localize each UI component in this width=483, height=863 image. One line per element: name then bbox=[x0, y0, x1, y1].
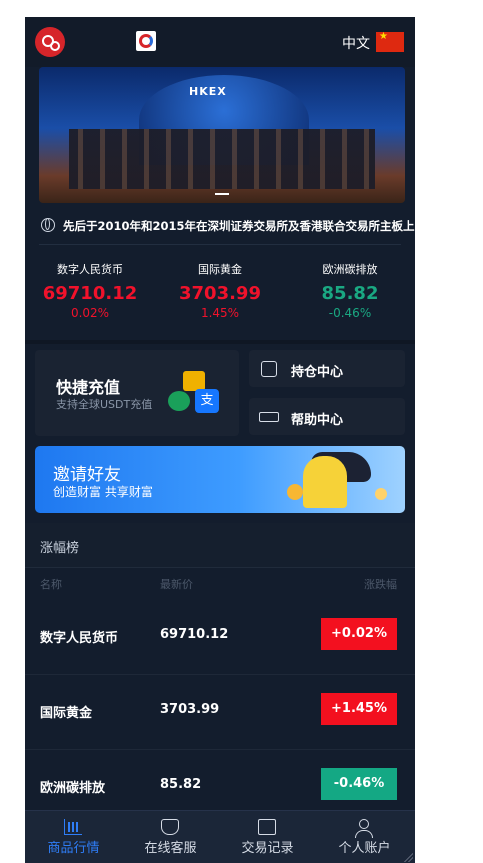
positions-label: 持仓中心 bbox=[291, 365, 344, 380]
top-header: 中文 bbox=[25, 17, 415, 67]
ranking-column-headers: 名称 最新价 涨跌幅 bbox=[25, 568, 415, 598]
balloon-illustration bbox=[287, 484, 303, 500]
positions-icon bbox=[261, 361, 277, 377]
invite-friends-banner[interactable]: 邀请好友 创造财富 共享财富 bbox=[35, 446, 405, 513]
tab-label: 交易记录 bbox=[241, 841, 294, 856]
bottom-tab-bar: 商品行情 在线客服 交易记录 个人账户 bbox=[25, 810, 415, 863]
section-divider bbox=[25, 340, 415, 344]
card-payment-icon bbox=[183, 371, 205, 391]
globe-icon bbox=[41, 218, 55, 232]
market-chart-icon bbox=[64, 819, 82, 835]
quote-item[interactable]: 数字人民货币 69710.12 0.02% bbox=[25, 261, 155, 320]
quote-name: 数字人民货币 bbox=[57, 263, 123, 276]
customer-service-icon bbox=[161, 819, 179, 835]
change-badge: +0.02% bbox=[321, 618, 397, 650]
quote-price: 3703.99 bbox=[179, 283, 261, 304]
banner-carousel[interactable]: HKEX bbox=[39, 67, 405, 203]
language-label[interactable]: 中文 bbox=[342, 33, 370, 53]
row-price: 3703.99 bbox=[160, 702, 220, 717]
col-price-header: 最新价 bbox=[160, 578, 193, 591]
china-flag-icon[interactable] bbox=[376, 31, 404, 52]
tab-label: 个人账户 bbox=[338, 841, 391, 856]
change-badge: -0.46% bbox=[321, 768, 397, 800]
exchange-logo-icon bbox=[136, 31, 156, 51]
col-change-header: 涨跌幅 bbox=[364, 578, 397, 591]
ranking-header: 涨幅榜 bbox=[25, 523, 415, 568]
change-badge: +1.45% bbox=[321, 693, 397, 725]
recharge-title: 快捷充值 bbox=[56, 378, 121, 397]
quote-change: -0.46% bbox=[328, 306, 372, 320]
wechat-pay-icon bbox=[168, 391, 190, 411]
table-row[interactable]: 数字人民货币 69710.12 +0.02% bbox=[25, 599, 415, 675]
row-name: 国际黄金 bbox=[40, 706, 93, 721]
quick-recharge-card[interactable]: 快捷充值 支持全球USDT充值 支 bbox=[35, 350, 239, 436]
user-icon bbox=[355, 819, 373, 838]
resize-handle-icon[interactable] bbox=[403, 852, 413, 862]
positions-center-button[interactable]: 持仓中心 bbox=[249, 350, 405, 387]
recharge-subtitle: 支持全球USDT充值 bbox=[56, 398, 153, 411]
tab-label: 在线客服 bbox=[144, 841, 197, 856]
coin-illustration bbox=[375, 488, 387, 500]
girl-illustration bbox=[303, 456, 347, 508]
quote-name: 国际黄金 bbox=[198, 263, 242, 276]
quote-price: 85.82 bbox=[321, 283, 379, 304]
alipay-icon: 支 bbox=[195, 389, 219, 413]
invite-subtitle: 创造财富 共享财富 bbox=[53, 485, 153, 499]
banner-headline: HKEX bbox=[189, 85, 227, 98]
quote-change: 1.45% bbox=[200, 306, 240, 320]
quote-item[interactable]: 欧洲碳排放 85.82 -0.46% bbox=[285, 261, 415, 320]
row-price: 69710.12 bbox=[160, 627, 229, 642]
tab-records[interactable]: 交易记录 bbox=[219, 811, 316, 863]
notice-bar[interactable]: 先后于2010年和2015年在深圳证券交易所及香港联合交易所主板上 bbox=[39, 210, 415, 245]
help-center-button[interactable]: 帮助中心 bbox=[249, 398, 405, 435]
brand-logo-icon[interactable] bbox=[35, 27, 65, 57]
tab-label: 商品行情 bbox=[47, 841, 100, 856]
row-name: 欧洲碳排放 bbox=[40, 781, 106, 796]
table-row[interactable]: 国际黄金 3703.99 +1.45% bbox=[25, 674, 415, 750]
app-screen: 中文 HKEX 先后于2010年和2015年在深圳证券交易所及香港联合交易所主板… bbox=[25, 17, 415, 863]
invite-title: 邀请好友 bbox=[53, 465, 121, 485]
quote-price: 69710.12 bbox=[42, 283, 138, 304]
row-name: 数字人民货币 bbox=[40, 631, 119, 646]
records-icon bbox=[258, 819, 276, 835]
tab-account[interactable]: 个人账户 bbox=[316, 811, 413, 863]
help-label: 帮助中心 bbox=[291, 413, 344, 428]
graduation-cap-icon bbox=[259, 412, 279, 422]
col-name-header: 名称 bbox=[40, 578, 62, 591]
ranking-title: 涨幅榜 bbox=[40, 541, 80, 556]
quote-item[interactable]: 国际黄金 3703.99 1.45% bbox=[155, 261, 285, 320]
tab-customer-service[interactable]: 在线客服 bbox=[122, 811, 219, 863]
quote-change: 0.02% bbox=[70, 306, 110, 320]
quote-summary: 数字人民货币 69710.12 0.02% 国际黄金 3703.99 1.45%… bbox=[25, 249, 415, 341]
row-price: 85.82 bbox=[160, 777, 202, 792]
quote-name: 欧洲碳排放 bbox=[322, 263, 378, 276]
notice-text: 先后于2010年和2015年在深圳证券交易所及香港联合交易所主板上 bbox=[63, 219, 415, 233]
tab-market[interactable]: 商品行情 bbox=[25, 811, 122, 863]
carousel-indicator[interactable] bbox=[39, 180, 405, 199]
